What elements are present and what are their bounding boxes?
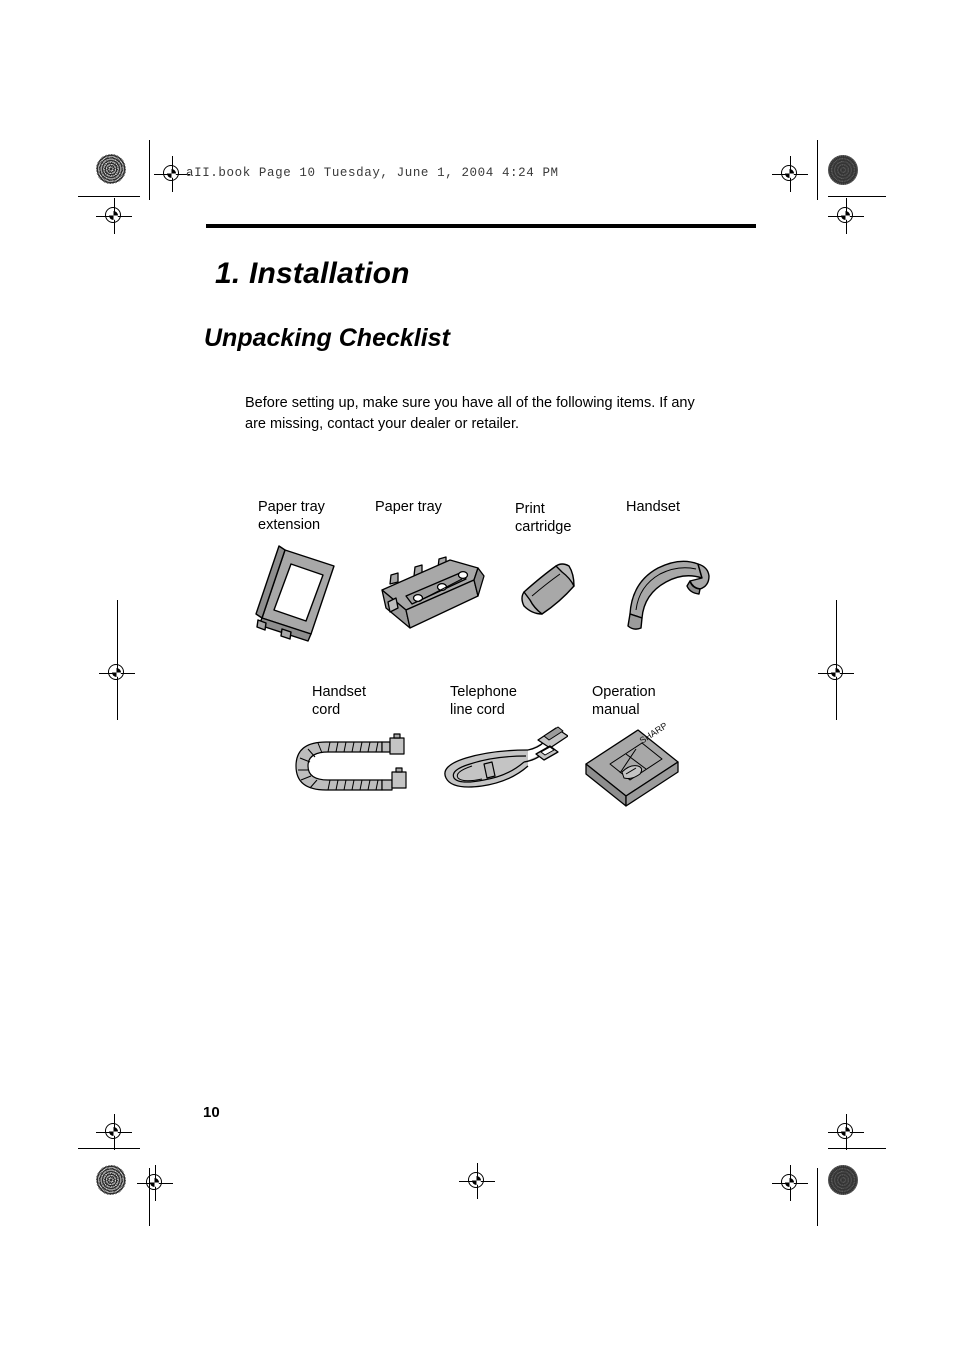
moire-target-bottom-left — [96, 1165, 126, 1195]
registration-center — [830, 667, 840, 677]
registration-mark-lower-right — [828, 1114, 864, 1150]
registration-center — [840, 1126, 850, 1136]
section-heading: Unpacking Checklist — [204, 324, 450, 352]
registration-mark-upper-right — [828, 198, 864, 234]
registration-center — [784, 1177, 794, 1187]
registration-mark-bottom-center — [459, 1163, 495, 1199]
illustration-paper-tray — [362, 546, 490, 641]
moire-target-top-right — [828, 155, 858, 185]
registration-mark-left-middle — [99, 655, 135, 691]
crop-guide-upper-right-horizontal — [828, 196, 886, 197]
registration-mark-right-middle — [818, 655, 854, 691]
registration-center — [471, 1175, 481, 1185]
crop-guide-bottom-right-vertical — [817, 1168, 818, 1226]
crop-guide-top-left-vertical — [149, 140, 150, 200]
intro-paragraph: Before setting up, make sure you have al… — [245, 395, 695, 432]
moire-target-top-left — [96, 154, 126, 184]
registration-mark-top-right — [772, 156, 808, 192]
illustration-paper-tray-extension — [238, 538, 358, 650]
registration-center — [784, 168, 794, 178]
crop-guide-top-right-vertical — [817, 140, 818, 200]
item-label-handset: Handset — [626, 499, 681, 515]
item-label-handset-cord: Handset cord — [312, 684, 367, 718]
illustration-handset — [612, 548, 718, 636]
item-label-paper-tray-extension: Paper tray extension — [258, 499, 325, 533]
page-number: 10 — [203, 1104, 220, 1121]
illustration-handset-cord — [286, 726, 412, 810]
registration-mark-bottom-left — [137, 1165, 173, 1201]
page-title: 1. Installation — [215, 257, 410, 290]
registration-mark-upper-left — [96, 198, 132, 234]
registration-center — [108, 210, 118, 220]
registration-center — [111, 667, 121, 677]
item-label-telephone-line-cord: Telephone line cord — [450, 684, 517, 718]
illustration-operation-manual: SHARP — [576, 716, 688, 812]
illustration-print-cartridge — [512, 552, 588, 628]
registration-mark-lower-left — [96, 1114, 132, 1150]
item-label-print-cartridge: Print cartridge — [515, 501, 572, 535]
moire-target-bottom-right — [828, 1165, 858, 1195]
header-rule — [206, 224, 756, 228]
registration-mark-bottom-right — [772, 1165, 808, 1201]
registration-center — [166, 168, 176, 178]
document-page: aII.book Page 10 Tuesday, June 1, 2004 4… — [0, 0, 954, 1351]
registration-mark-top-left — [154, 156, 190, 192]
illustration-telephone-line-cord — [432, 722, 568, 806]
crop-guide-upper-left-horizontal — [78, 196, 140, 197]
item-label-paper-tray: Paper tray — [375, 499, 442, 515]
file-header-line: aII.book Page 10 Tuesday, June 1, 2004 4… — [186, 166, 559, 180]
registration-center — [149, 1177, 159, 1187]
registration-center — [108, 1126, 118, 1136]
item-label-operation-manual: Operation manual — [592, 684, 656, 718]
registration-center — [840, 210, 850, 220]
